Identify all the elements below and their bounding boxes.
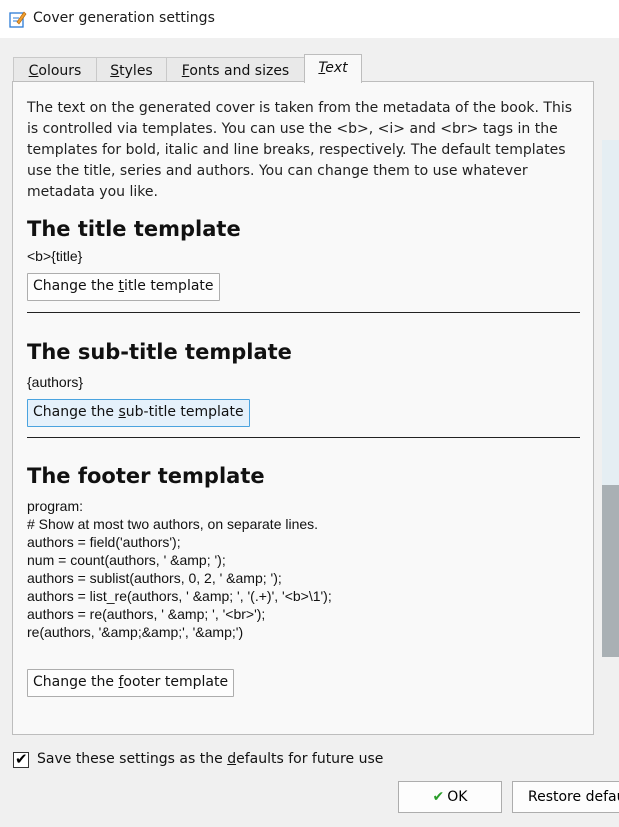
check-icon: ✔ xyxy=(432,789,445,805)
change-title-template-button[interactable]: Change the title template xyxy=(27,273,220,301)
footer-template-heading: The footer template xyxy=(27,464,265,488)
ok-label: OK xyxy=(447,789,468,805)
scrollbar-thumb[interactable] xyxy=(602,485,619,657)
tab-colours[interactable]: Colours xyxy=(13,57,97,84)
tab-text[interactable]: Text xyxy=(304,54,362,83)
footer-template-value: program: # Show at most two authors, on … xyxy=(27,498,332,640)
text-settings-scroll-area[interactable]: The text on the generated cover is taken… xyxy=(13,82,593,734)
tab-fonts-and-sizes[interactable]: Fonts and sizes xyxy=(166,57,305,84)
edit-icon xyxy=(9,11,27,28)
window-title: Cover generation settings xyxy=(33,10,215,26)
ok-button[interactable]: ✔ OK xyxy=(398,781,502,813)
intro-text: The text on the generated cover is taken… xyxy=(27,100,573,200)
restore-defaults-button[interactable]: Restore defau xyxy=(512,781,619,813)
title-bar: Cover generation settings xyxy=(0,0,619,38)
title-template-heading: The title template xyxy=(27,217,241,241)
tab-styles[interactable]: Styles xyxy=(96,57,167,84)
divider xyxy=(27,437,580,438)
checkmark-icon: ✔ xyxy=(15,750,28,768)
divider xyxy=(27,312,580,313)
save-defaults-label[interactable]: Save these settings as the defaults for … xyxy=(37,751,383,767)
restore-defaults-label: Restore defau xyxy=(528,789,619,805)
change-subtitle-template-button[interactable]: Change the sub-title template xyxy=(27,399,250,427)
subtitle-template-heading: The sub-title template xyxy=(27,340,292,364)
save-defaults-checkbox[interactable]: ✔ xyxy=(13,750,29,768)
change-footer-template-button[interactable]: Change the footer template xyxy=(27,669,235,697)
title-template-value: <b>{title} xyxy=(27,248,83,264)
subtitle-template-value: {authors} xyxy=(27,374,84,390)
vertical-scrollbar[interactable] xyxy=(602,140,619,657)
